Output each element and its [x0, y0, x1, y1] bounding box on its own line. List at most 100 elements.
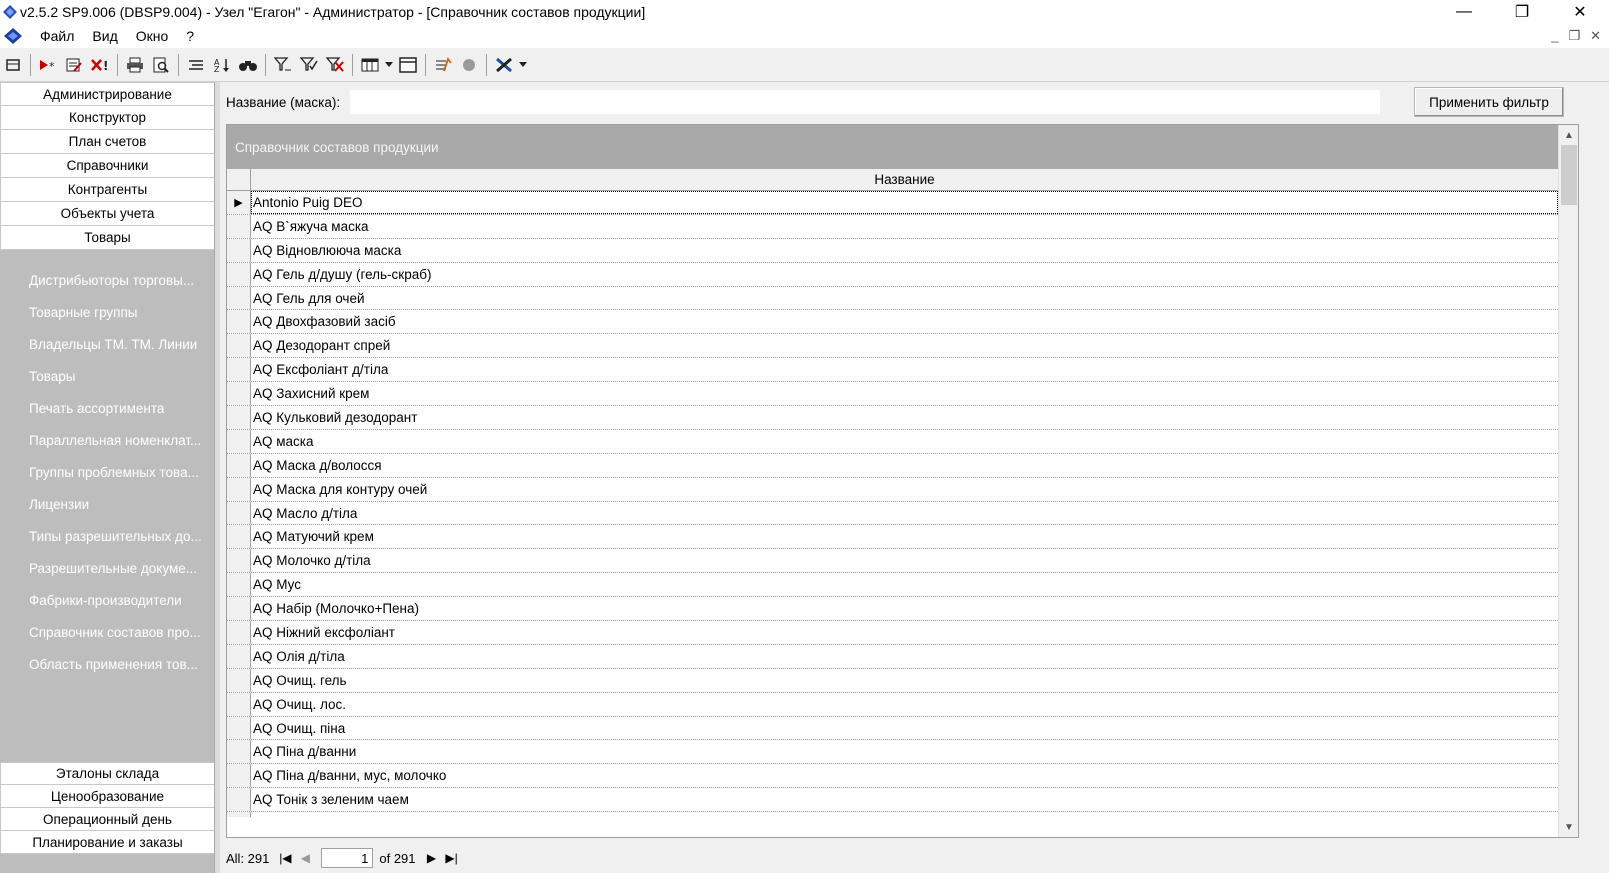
last-page-button[interactable]: ▶|: [442, 848, 462, 868]
sort-az-icon[interactable]: AZ: [209, 52, 235, 78]
table-row[interactable]: AQ Піна д/ванни, мус, молочко: [227, 764, 1558, 789]
cell-name[interactable]: AQ Гель д/душу (гель-скраб): [251, 263, 1558, 286]
cell-name[interactable]: AQ Молочко д/тіла: [251, 549, 1558, 572]
nav-item-factories[interactable]: Фабрики-производители: [0, 584, 214, 616]
menu-file[interactable]: Файл: [31, 28, 83, 44]
table-row[interactable]: AQ маска: [227, 429, 1558, 454]
table-row[interactable]: AQ Дезодорант спрей: [227, 334, 1558, 359]
nav-group-contractors[interactable]: Контрагенты: [0, 178, 215, 202]
table-row[interactable]: AQ Олія д/тіла: [227, 644, 1558, 669]
print-preview-icon[interactable]: [148, 52, 174, 78]
cell-name[interactable]: AQ Двохфазовий засіб: [251, 310, 1558, 333]
table-row[interactable]: AQ Тонік з зеленим чаем: [227, 788, 1558, 813]
table-row[interactable]: AQ Очищ. гель: [227, 668, 1558, 693]
table-row[interactable]: ▶ Antonio Puig DEO: [227, 191, 1558, 215]
cell-name[interactable]: AQ Чоколаверс Крем-піна: [251, 812, 1558, 817]
mdi-minimize-button[interactable]: _: [1551, 28, 1558, 44]
nav-item-goods[interactable]: Товары: [0, 360, 214, 392]
menu-window[interactable]: Окно: [127, 28, 178, 44]
nav-item-assortment-print[interactable]: Печать ассортимента: [0, 392, 214, 424]
table-row[interactable]: AQ Відновлююча маска: [227, 238, 1558, 263]
table-row[interactable]: AQ Ексфоліант д/тіла: [227, 358, 1558, 383]
filter-name-mask-input[interactable]: [350, 90, 1381, 114]
nav-group-administration[interactable]: Администрирование: [0, 82, 215, 106]
nav-item-trademark-owners[interactable]: Владельцы ТМ. ТМ. Линии: [0, 328, 214, 360]
restore-button[interactable]: ❐: [1493, 0, 1551, 24]
nav-item-permit-types[interactable]: Типы разрешительных до...: [0, 520, 214, 552]
cell-name[interactable]: AQ Матуючий крем: [251, 525, 1558, 548]
dropdown-arrow-icon[interactable]: [383, 52, 395, 78]
cell-name[interactable]: AQ Олія д/тіла: [251, 645, 1558, 668]
window-icon[interactable]: [395, 52, 421, 78]
sort-icon[interactable]: [183, 52, 209, 78]
nav-item-distributors[interactable]: Дистрибьюторы торговы...: [0, 264, 214, 296]
scroll-thumb[interactable]: [1561, 145, 1577, 205]
cell-name[interactable]: AQ маска: [251, 430, 1558, 453]
nav-group-goods[interactable]: Товары: [0, 226, 215, 250]
delete-record-icon[interactable]: !: [87, 52, 113, 78]
nav-group-directories[interactable]: Справочники: [0, 154, 215, 178]
nav-item-application-area[interactable]: Область применения тов...: [0, 648, 214, 680]
cell-name[interactable]: AQ Гель для очей: [251, 287, 1558, 310]
cell-name[interactable]: AQ Тонік з зеленим чаем: [251, 788, 1558, 811]
menu-view[interactable]: Вид: [83, 28, 126, 44]
close-button[interactable]: ✕: [1551, 0, 1609, 24]
nav-group-operational-day[interactable]: Операционный день: [0, 808, 215, 831]
nav-group-chart-of-accounts[interactable]: План счетов: [0, 130, 215, 154]
scroll-down-icon[interactable]: ▼: [1559, 817, 1579, 837]
nav-group-warehouse-standards[interactable]: Эталоны склада: [0, 762, 215, 785]
table-row[interactable]: AQ Очищ. лос.: [227, 692, 1558, 717]
cell-name[interactable]: AQ Маска д/волосся: [251, 454, 1558, 477]
mdi-restore-button[interactable]: ❐: [1568, 28, 1580, 44]
table-row[interactable]: AQ Очищ. піна: [227, 716, 1558, 741]
print-icon[interactable]: [122, 52, 148, 78]
cell-name[interactable]: Antonio Puig DEO: [251, 191, 1558, 214]
table-row[interactable]: AQ Піна д/ванни: [227, 740, 1558, 765]
cell-name[interactable]: AQ Захисний крем: [251, 382, 1558, 405]
next-page-button[interactable]: ▶: [422, 848, 442, 868]
app-menu-icon[interactable]: [3, 27, 23, 45]
nav-item-problem-groups[interactable]: Группы проблемных това...: [0, 456, 214, 488]
scroll-up-icon[interactable]: ▲: [1559, 125, 1579, 145]
first-record-icon[interactable]: *: [35, 52, 61, 78]
table-row[interactable]: AQ Двохфазовий засіб: [227, 310, 1558, 335]
nav-group-pricing[interactable]: Ценообразование: [0, 785, 215, 808]
table-row[interactable]: AQ Ніжний ексфоліант: [227, 621, 1558, 645]
table-row[interactable]: AQ Мус: [227, 573, 1558, 598]
cell-name[interactable]: AQ Набір (Молочко+Пена): [251, 597, 1558, 620]
tools-icon[interactable]: [491, 52, 517, 78]
cell-name[interactable]: AQ Дезодорант спрей: [251, 334, 1558, 357]
table-row[interactable]: AQ Захисний крем: [227, 382, 1558, 407]
cell-name[interactable]: AQ Мус: [251, 573, 1558, 596]
cell-name[interactable]: AQ Очищ. піна: [251, 717, 1558, 740]
minimize-button[interactable]: —: [1435, 0, 1493, 24]
cell-name[interactable]: AQ Ніжний ексфоліант: [251, 621, 1558, 644]
table-row[interactable]: AQ В`яжуча маска: [227, 214, 1558, 239]
nav-item-permit-documents[interactable]: Разрешительные докуме...: [0, 552, 214, 584]
filter-clear-icon[interactable]: [322, 52, 348, 78]
table-row[interactable]: AQ Гель д/душу (гель-скраб): [227, 262, 1558, 287]
table-row[interactable]: AQ Маска д/волосся: [227, 453, 1558, 478]
refresh-icon[interactable]: [430, 52, 456, 78]
table-row[interactable]: AQ Молочко д/тіла: [227, 549, 1558, 574]
find-icon[interactable]: [235, 52, 261, 78]
nav-group-constructor[interactable]: Конструктор: [0, 106, 215, 130]
edit-record-icon[interactable]: [61, 52, 87, 78]
cell-name[interactable]: AQ В`яжуча маска: [251, 215, 1558, 238]
cell-name[interactable]: AQ Очищ. гель: [251, 669, 1558, 692]
cell-name[interactable]: AQ Піна д/ванни, мус, молочко: [251, 764, 1558, 787]
dropdown-arrow-icon[interactable]: [517, 52, 529, 78]
prev-page-button[interactable]: ◀: [295, 848, 315, 868]
filter-icon[interactable]: [270, 52, 296, 78]
cell-name[interactable]: AQ Відновлююча маска: [251, 239, 1558, 262]
table-row[interactable]: AQ Кульковий дезодорант: [227, 406, 1558, 430]
page-number-input[interactable]: 1: [321, 848, 374, 868]
grid-columns-icon[interactable]: [357, 52, 383, 78]
table-row[interactable]: AQ Гель для очей: [227, 286, 1558, 311]
table-row[interactable]: AQ Матуючий крем: [227, 525, 1558, 550]
panel-splitter[interactable]: [214, 82, 220, 873]
table-row[interactable]: AQ Набір (Молочко+Пена): [227, 597, 1558, 622]
cell-name[interactable]: AQ Маска для контуру очей: [251, 478, 1558, 501]
column-header-name[interactable]: Название: [251, 169, 1558, 190]
cell-name[interactable]: AQ Кульковий дезодорант: [251, 406, 1558, 429]
